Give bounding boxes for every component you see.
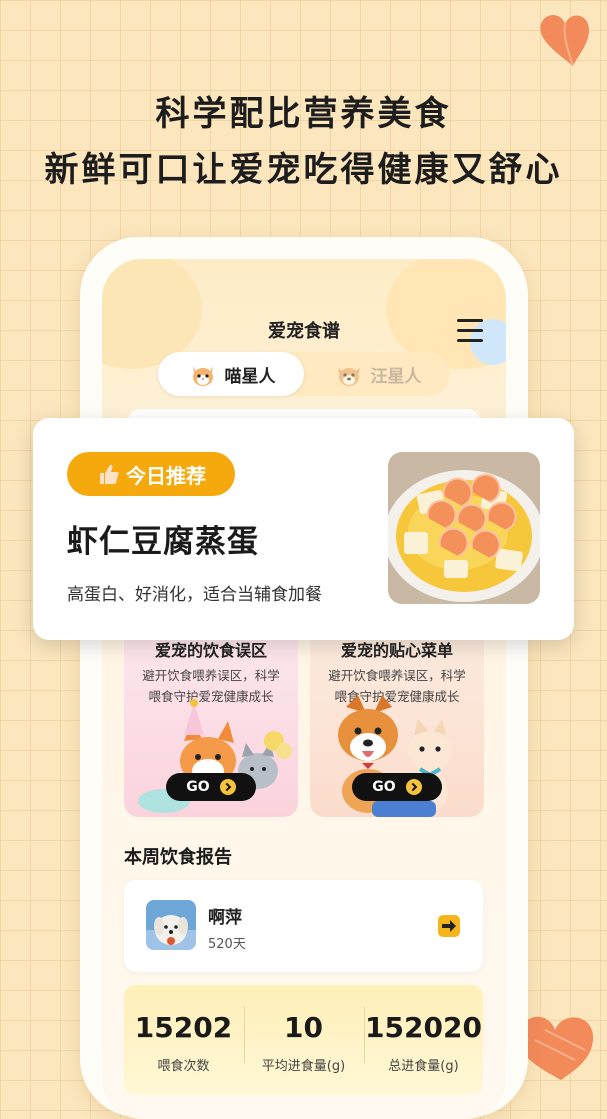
stat-label: 喂食次数 — [157, 1059, 210, 1074]
recommend-title: 虾仁豆腐蒸蛋 — [67, 524, 259, 560]
go-button[interactable]: GO — [352, 773, 442, 801]
avatar — [146, 900, 196, 950]
stat-value: 152020 — [365, 1011, 482, 1044]
user-name: 啊萍 — [208, 908, 242, 928]
tab-dog[interactable]: 汪星人 — [304, 352, 450, 396]
recommend-desc: 高蛋白、好消化，适合当辅食加餐 — [67, 585, 322, 605]
feature-card-diet-mistakes[interactable]: 爱宠的饮食误区 避开饮食喂养误区，科学喂食守护爱宠健康成长 GO — [124, 621, 298, 817]
stat-value: 15202 — [134, 1011, 233, 1044]
shrimp-tofu-dish-image — [388, 452, 540, 604]
go-button[interactable]: GO — [166, 773, 256, 801]
cat-icon — [192, 366, 213, 386]
tab-dog-label: 汪星人 — [370, 366, 422, 387]
stat-label: 总进食量(g) — [388, 1059, 459, 1074]
thumbs-up-icon — [100, 464, 119, 484]
arrow-right-icon[interactable] — [438, 915, 460, 937]
recommend-badge: 今日推荐 — [67, 452, 235, 496]
headline-line-2: 新鲜可口让爱宠吃得健康又舒心 — [44, 150, 563, 190]
heart-decoration-icon — [540, 15, 589, 67]
hamburger-menu-icon[interactable] — [457, 319, 483, 342]
stat-label: 平均进食量(g) — [261, 1059, 346, 1074]
dog-icon — [337, 368, 360, 386]
feature-title: 爱宠的贴心菜单 — [340, 641, 453, 660]
stats-panel: 15202 喂食次数 10 平均进食量(g) 152020 总进食量(g) — [124, 985, 483, 1095]
headline-line-1: 科学配比营养美食 — [155, 94, 452, 134]
feature-card-caring-menu[interactable]: 爱宠的贴心菜单 避开饮食喂养误区，科学喂食守护爱宠健康成长 GO — [310, 621, 484, 817]
feature-title: 爱宠的饮食误区 — [154, 641, 267, 660]
stat-value: 10 — [284, 1011, 323, 1044]
chevron-right-icon — [405, 779, 422, 795]
tab-cat-label: 喵星人 — [224, 366, 276, 387]
app-title: 爱宠食谱 — [268, 321, 340, 342]
user-report-card[interactable]: 啊萍 520天 — [124, 880, 483, 972]
tab-cat[interactable]: 喵星人 — [158, 352, 304, 396]
user-days: 520天 — [208, 937, 246, 952]
today-recommendation-card[interactable]: 今日推荐 虾仁豆腐蒸蛋 高蛋白、好消化，适合当辅食加餐 — [33, 418, 574, 640]
pet-type-tabs: 喵星人 汪星人 — [158, 352, 450, 396]
chevron-right-icon — [219, 779, 236, 795]
weekly-report-title: 本周饮食报告 — [124, 847, 232, 868]
